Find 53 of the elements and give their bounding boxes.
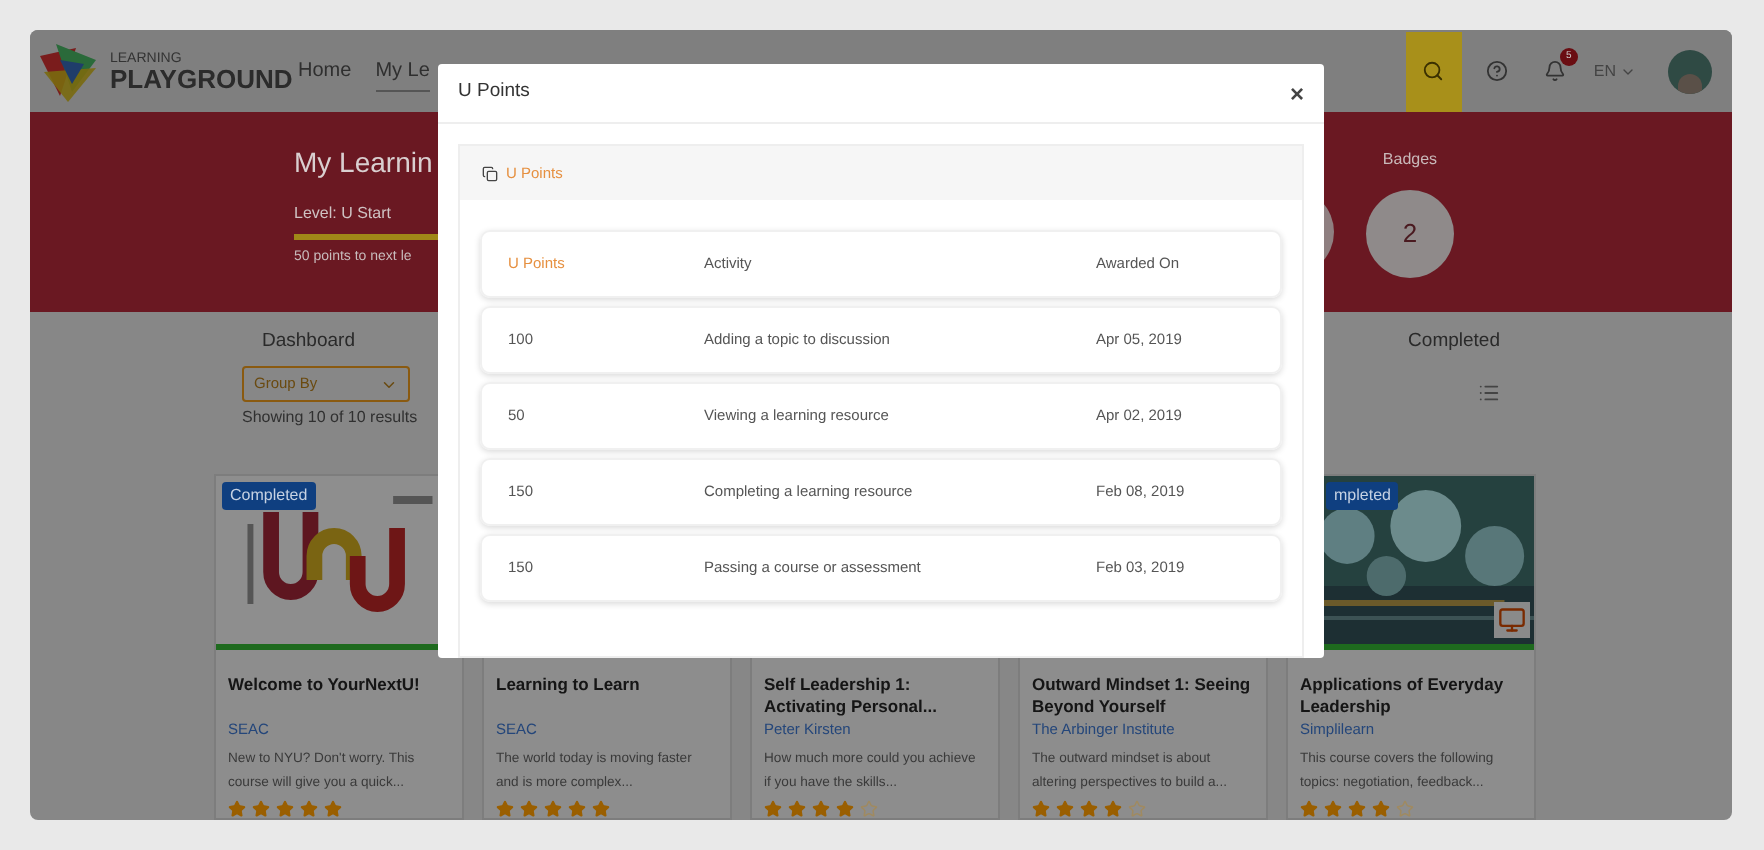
- nav-link[interactable]: Home: [298, 51, 352, 91]
- star-icon: [1104, 800, 1122, 818]
- star-icon: [544, 800, 562, 818]
- completed-badge: mpleted: [1326, 482, 1399, 510]
- help-icon[interactable]: [1485, 60, 1508, 82]
- dialog-title: U Points: [458, 78, 530, 107]
- star-icon: [1324, 800, 1342, 818]
- list-view-icon[interactable]: [1478, 382, 1500, 404]
- star-icon: [812, 800, 830, 818]
- completed-badge: Completed: [222, 482, 316, 510]
- star-icon: [1056, 800, 1074, 818]
- bell-icon[interactable]: [1543, 60, 1566, 82]
- badges-count: 2: [1366, 190, 1454, 278]
- star-icon: [228, 800, 246, 818]
- star-icon: [1080, 800, 1098, 818]
- star-icon: [520, 800, 538, 818]
- star-icon: [860, 800, 878, 818]
- star-icon: [764, 800, 782, 818]
- results-count: Showing 10 of 10 results: [242, 406, 418, 430]
- star-icon: [592, 800, 610, 818]
- star-icon: [788, 800, 806, 818]
- course-title[interactable]: Outward Mindset 1: Seeing Beyond Yourself: [1032, 674, 1254, 718]
- course-title[interactable]: Learning to Learn: [496, 674, 718, 718]
- star-icon: [836, 800, 854, 818]
- logo-text: PLAYGROUND: [110, 65, 293, 91]
- star-icon: [1348, 800, 1366, 818]
- course-title[interactable]: Self Leadership 1: Activating Personal...: [764, 674, 986, 718]
- star-icon: [252, 800, 270, 818]
- star-icon: [276, 800, 294, 818]
- monitor-icon: [1494, 602, 1530, 638]
- star-icon: [1128, 800, 1146, 818]
- close-button[interactable]: ×: [1289, 81, 1304, 105]
- search-button[interactable]: [1405, 31, 1462, 111]
- course-title[interactable]: Applications of Everyday Leadership: [1300, 674, 1522, 718]
- avatar[interactable]: [1668, 49, 1712, 93]
- star-icon: [1300, 800, 1318, 818]
- star-icon: [568, 800, 586, 818]
- star-icon: [1032, 800, 1050, 818]
- star-icon: [300, 800, 318, 818]
- course-title[interactable]: Welcome to YourNextU!: [228, 674, 450, 718]
- badges-label: Badges: [1382, 148, 1438, 172]
- star-icon: [1396, 800, 1414, 818]
- level-label: Level: U Start: [294, 202, 393, 226]
- search-icon: [1422, 60, 1445, 82]
- nav-link[interactable]: My Le: [375, 51, 430, 91]
- star-icon: [324, 800, 342, 818]
- copy-icon: [482, 165, 498, 181]
- language-select[interactable]: EN: [1593, 59, 1636, 83]
- page-title: My Learnin: [294, 144, 435, 182]
- star-icon: [1372, 800, 1390, 818]
- star-icon: [496, 800, 514, 818]
- tab[interactable]: Completed: [1408, 328, 1500, 366]
- tab[interactable]: Dashboard: [262, 328, 355, 366]
